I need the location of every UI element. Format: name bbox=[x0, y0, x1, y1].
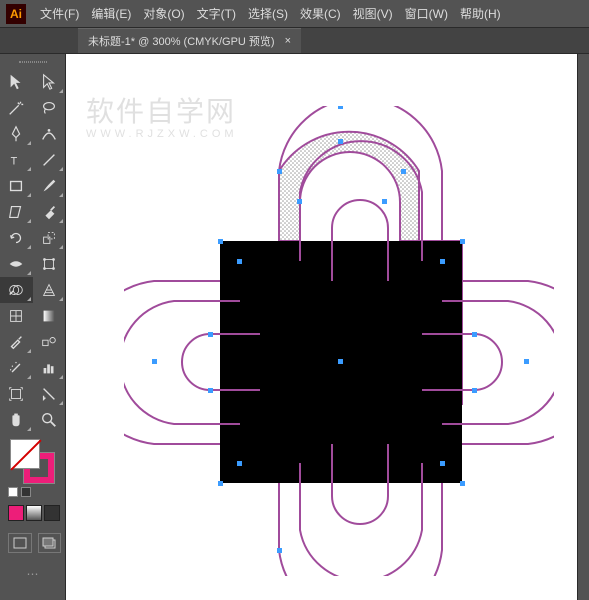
eyedropper-tool-icon[interactable] bbox=[0, 329, 33, 355]
pen-tool-icon[interactable] bbox=[0, 121, 33, 147]
eraser-tool-icon[interactable] bbox=[33, 199, 66, 225]
menu-view[interactable]: 视图(V) bbox=[353, 5, 393, 22]
fill-swatch[interactable] bbox=[10, 439, 40, 469]
graph-tool-icon[interactable] bbox=[33, 355, 66, 381]
menu-object[interactable]: 对象(O) bbox=[143, 5, 184, 22]
scale-tool-icon[interactable] bbox=[33, 225, 66, 251]
color-solid-icon[interactable] bbox=[8, 505, 24, 521]
rectangle-tool-icon[interactable] bbox=[0, 173, 33, 199]
more-tools-icon[interactable]: ⋯ bbox=[4, 567, 61, 581]
curvature-tool-icon[interactable] bbox=[33, 121, 66, 147]
main-menu: 文件(F) 编辑(E) 对象(O) 文字(T) 选择(S) 效果(C) 视图(V… bbox=[40, 5, 501, 22]
shaper-tool-icon[interactable] bbox=[0, 199, 33, 225]
document-tab[interactable]: 未标题-1* @ 300% (CMYK/GPU 预览) × bbox=[78, 28, 301, 53]
artwork[interactable] bbox=[124, 106, 554, 576]
menu-help[interactable]: 帮助(H) bbox=[460, 5, 501, 22]
drawing-mode-row bbox=[8, 533, 61, 553]
zoom-tool-icon[interactable] bbox=[33, 407, 66, 433]
fill-stroke-swatch[interactable]: ⋯ bbox=[0, 433, 65, 591]
canvas-area[interactable]: 软件自学网 WWW.RJZXW.COM bbox=[66, 54, 577, 600]
direct-selection-tool-icon[interactable] bbox=[33, 69, 66, 95]
blend-tool-icon[interactable] bbox=[33, 329, 66, 355]
default-fill-stroke-icon[interactable] bbox=[8, 487, 18, 497]
close-icon[interactable]: × bbox=[285, 35, 291, 47]
svg-text:T: T bbox=[11, 156, 18, 168]
brush-tool-icon[interactable] bbox=[33, 173, 66, 199]
top-menu-bar: Ai 文件(F) 编辑(E) 对象(O) 文字(T) 选择(S) 效果(C) 视… bbox=[0, 0, 589, 28]
magic-wand-tool-icon[interactable] bbox=[0, 95, 33, 121]
width-tool-icon[interactable] bbox=[0, 251, 33, 277]
swap-fill-stroke-icon[interactable] bbox=[21, 487, 31, 497]
menu-file[interactable]: 文件(F) bbox=[40, 5, 79, 22]
selection-tool-icon[interactable] bbox=[0, 69, 33, 95]
perspective-tool-icon[interactable] bbox=[33, 277, 66, 303]
document-tab-bar: 未标题-1* @ 300% (CMYK/GPU 预览) × bbox=[0, 28, 589, 54]
color-gradient-icon[interactable] bbox=[26, 505, 42, 521]
panel-grip[interactable] bbox=[0, 58, 65, 65]
draw-normal-icon[interactable] bbox=[8, 533, 32, 553]
menu-window[interactable]: 窗口(W) bbox=[405, 5, 448, 22]
rotate-tool-icon[interactable] bbox=[0, 225, 33, 251]
symbol-sprayer-tool-icon[interactable] bbox=[0, 355, 33, 381]
free-transform-tool-icon[interactable] bbox=[33, 251, 66, 277]
color-mode-row bbox=[8, 505, 61, 521]
slice-tool-icon[interactable] bbox=[33, 381, 66, 407]
tools-panel: T bbox=[0, 54, 66, 600]
menu-edit[interactable]: 编辑(E) bbox=[91, 5, 131, 22]
menu-effect[interactable]: 效果(C) bbox=[300, 5, 341, 22]
right-panel-strip bbox=[577, 54, 589, 600]
document-tab-label: 未标题-1* @ 300% (CMYK/GPU 预览) bbox=[88, 33, 275, 49]
app-logo: Ai bbox=[6, 4, 26, 24]
shape-builder-tool-icon[interactable] bbox=[0, 277, 33, 303]
menu-select[interactable]: 选择(S) bbox=[248, 5, 288, 22]
artboard-tool-icon[interactable] bbox=[0, 381, 33, 407]
hand-tool-icon[interactable] bbox=[0, 407, 33, 433]
draw-behind-icon[interactable] bbox=[38, 533, 62, 553]
lasso-tool-icon[interactable] bbox=[33, 95, 66, 121]
type-tool-icon[interactable]: T bbox=[0, 147, 33, 173]
menu-type[interactable]: 文字(T) bbox=[197, 5, 236, 22]
line-tool-icon[interactable] bbox=[33, 147, 66, 173]
gradient-tool-icon[interactable] bbox=[33, 303, 66, 329]
mesh-tool-icon[interactable] bbox=[0, 303, 33, 329]
color-none-icon[interactable] bbox=[44, 505, 60, 521]
